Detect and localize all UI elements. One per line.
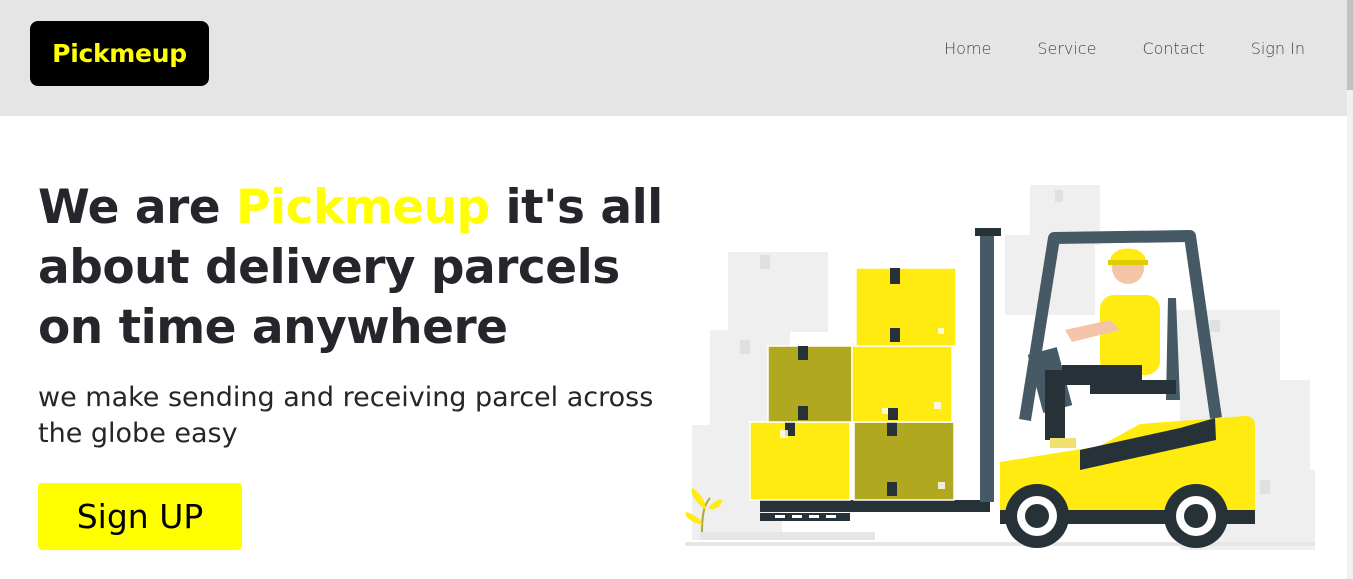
wheel-rear-icon [1164,484,1228,548]
forklift-delivery-illustration [685,185,1315,550]
scrollbar-thumb[interactable] [1347,0,1353,90]
hero-title-prefix: We are [38,180,237,235]
top-navbar: Pickmeup Home Service Contact Sign In [0,0,1353,116]
nav-links: Home Service Contact Sign In [898,36,1305,62]
brand-logo[interactable]: Pickmeup [30,21,209,86]
nav-signin-link[interactable]: Sign In [1205,36,1305,62]
nav-contact-link[interactable]: Contact [1096,36,1204,62]
nav-home-link[interactable]: Home [898,36,991,62]
hero-title: We are Pickmeup it's all about delivery … [38,178,678,358]
nav-service-link[interactable]: Service [991,36,1096,62]
hero-subtitle: we make sending and receiving parcel acr… [38,382,654,449]
wheel-front-icon [1005,484,1069,548]
hero-title-accent: Pickmeup [236,180,490,235]
signup-button[interactable]: Sign UP [38,483,242,550]
page-scrollbar[interactable] [1347,0,1353,579]
